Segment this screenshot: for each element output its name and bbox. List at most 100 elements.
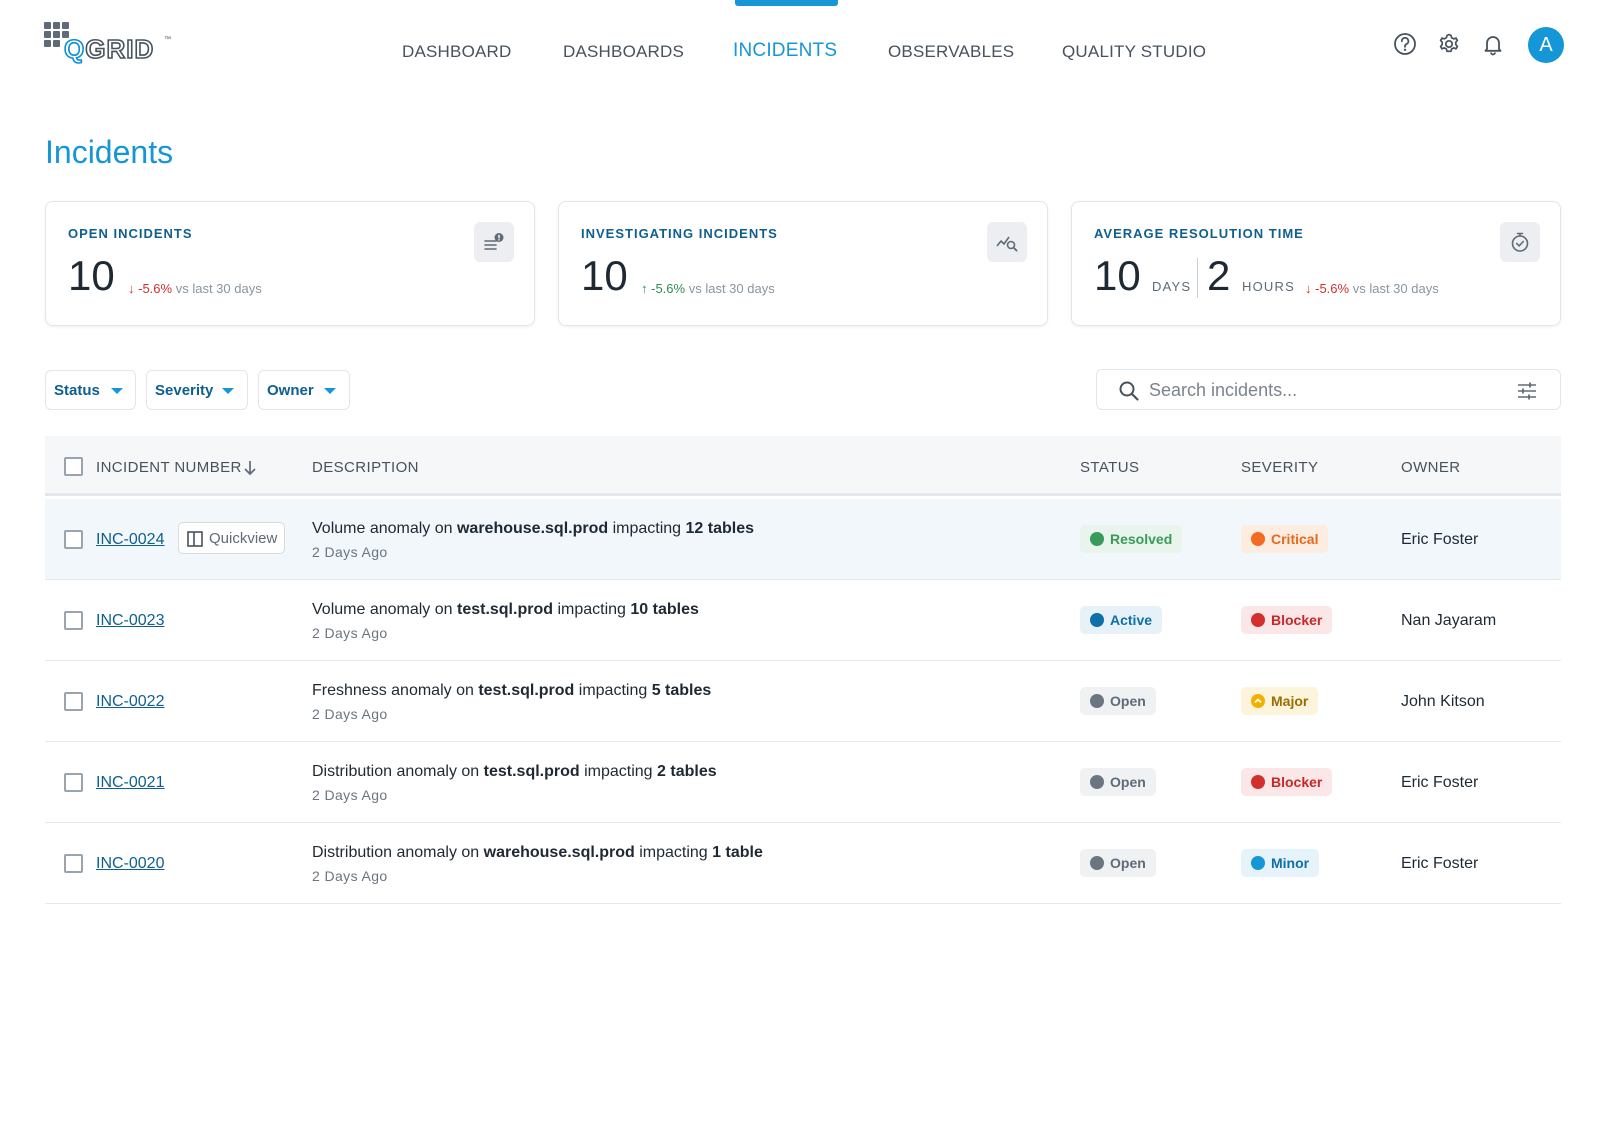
incident-age: 2 Days Ago xyxy=(312,544,388,560)
incident-link[interactable]: INC-0021 xyxy=(96,774,164,792)
caret-down-icon xyxy=(324,388,336,394)
row-checkbox[interactable] xyxy=(64,611,83,630)
desc-text: impacting xyxy=(608,520,686,537)
card-label: AVERAGE RESOLUTION TIME xyxy=(1094,226,1304,241)
nav-dashboards[interactable]: DASHBOARDS xyxy=(563,42,684,62)
desc-text: Volume anomaly on xyxy=(312,601,457,618)
status-label: Open xyxy=(1110,774,1146,790)
severity-dot xyxy=(1251,613,1265,627)
table-row[interactable]: INC-0023 Volume anomaly on test.sql.prod… xyxy=(45,580,1561,661)
desc-text: Distribution anomaly on xyxy=(312,844,484,861)
desc-text: impacting xyxy=(579,763,658,780)
status-dot xyxy=(1090,775,1104,789)
bell-icon[interactable] xyxy=(1479,30,1507,58)
incident-description: Volume anomaly on warehouse.sql.prod imp… xyxy=(312,520,754,538)
incident-age: 2 Days Ago xyxy=(312,868,388,884)
severity-label: Blocker xyxy=(1271,774,1323,790)
status-dot xyxy=(1090,613,1104,627)
nav-dashboard[interactable]: DASHBOARD xyxy=(402,42,512,62)
gear-icon[interactable] xyxy=(1435,30,1463,58)
row-checkbox[interactable] xyxy=(64,854,83,873)
severity-badge: Critical xyxy=(1241,525,1329,553)
caret-down-icon xyxy=(111,388,123,394)
incident-age: 2 Days Ago xyxy=(312,787,388,803)
table-header: INCIDENT NUMBER DESCRIPTION STATUS SEVER… xyxy=(45,436,1561,496)
row-checkbox[interactable] xyxy=(64,773,83,792)
status-badge: Open xyxy=(1080,768,1156,796)
column-header-status[interactable]: STATUS xyxy=(1080,459,1139,476)
investigating-incidents-card: INVESTIGATING INCIDENTS 10 ↑ -5.6% vs la… xyxy=(558,201,1048,326)
status-dot xyxy=(1090,694,1104,708)
desc-text: Volume anomaly on xyxy=(312,520,457,537)
severity-label: Minor xyxy=(1271,855,1310,871)
sort-descending-icon[interactable] xyxy=(242,459,258,477)
desc-text: impacting xyxy=(634,844,713,861)
incident-owner: Eric Foster xyxy=(1401,855,1479,872)
desc-target: warehouse.sql.prod xyxy=(456,520,609,537)
card-value: 10 xyxy=(581,252,628,299)
card-trend: ↓ -5.6% vs last 30 days xyxy=(128,281,262,296)
severity-chevron-up-icon xyxy=(1251,694,1265,708)
qgrid-logo[interactable]: QGRID ™ xyxy=(44,22,174,66)
severity-badge: Minor xyxy=(1241,849,1320,877)
incident-description: Volume anomaly on test.sql.prod impactin… xyxy=(312,601,699,619)
incident-owner: Eric Foster xyxy=(1401,531,1479,548)
value-divider xyxy=(1197,258,1198,298)
table-row[interactable]: INC-0022 Freshness anomaly on test.sql.p… xyxy=(45,661,1561,742)
owner-filter-dropdown[interactable]: Owner xyxy=(258,370,350,410)
severity-filter-dropdown[interactable]: Severity xyxy=(146,370,248,410)
card-trend: ↑ -5.6% vs last 30 days xyxy=(641,281,775,296)
column-header-description: DESCRIPTION xyxy=(312,459,419,476)
select-all-checkbox[interactable] xyxy=(64,457,83,476)
table-row[interactable]: INC-0020 Distribution anomaly on warehou… xyxy=(45,823,1561,904)
incident-link[interactable]: INC-0023 xyxy=(96,612,164,630)
logo-text: QGRID xyxy=(63,33,155,65)
trend-down-arrow-icon: ↓ xyxy=(128,281,135,296)
severity-badge: Blocker xyxy=(1241,606,1333,634)
incident-description: Distribution anomaly on test.sql.prod im… xyxy=(312,763,717,781)
row-checkbox[interactable] xyxy=(64,530,83,549)
incident-link[interactable]: INC-0022 xyxy=(96,693,164,711)
desc-target: test.sql.prod xyxy=(478,682,575,699)
column-header-owner[interactable]: OWNER xyxy=(1401,459,1461,476)
severity-dot xyxy=(1251,775,1265,789)
column-header-incident-number[interactable]: INCIDENT NUMBER xyxy=(96,459,256,476)
status-badge: Open xyxy=(1080,849,1156,877)
desc-text: Freshness anomaly on xyxy=(312,682,479,699)
status-dot xyxy=(1090,532,1104,546)
quickview-label: Quickview xyxy=(209,530,278,547)
logo-text-rest: GRID xyxy=(84,33,155,65)
status-badge: Open xyxy=(1080,687,1156,715)
trend-suffix: vs last 30 days xyxy=(1352,281,1439,296)
table-row[interactable]: INC-0021 Distribution anomaly on test.sq… xyxy=(45,742,1561,823)
status-filter-dropdown[interactable]: Status xyxy=(45,370,136,410)
status-label: Active xyxy=(1110,612,1153,628)
nav-observables[interactable]: OBSERVABLES xyxy=(888,42,1014,62)
filter-settings-icon[interactable] xyxy=(1515,379,1539,403)
chart-search-icon xyxy=(987,222,1027,262)
search-input[interactable] xyxy=(1149,378,1489,402)
card-trend: ↓ -5.6% vs last 30 days xyxy=(1305,281,1439,296)
help-icon[interactable] xyxy=(1391,30,1419,58)
nav-quality-studio[interactable]: QUALITY STUDIO xyxy=(1062,42,1206,62)
incident-link[interactable]: INC-0020 xyxy=(96,855,164,873)
trend-suffix: vs last 30 days xyxy=(175,281,262,296)
desc-count: 5 tables xyxy=(651,682,712,699)
trend-suffix: vs last 30 days xyxy=(688,281,775,296)
status-label: Resolved xyxy=(1110,531,1173,547)
status-label: Open xyxy=(1110,855,1146,871)
resolution-hours-unit: HOURS xyxy=(1242,279,1295,294)
incident-owner: Eric Foster xyxy=(1401,774,1479,791)
desc-target: test.sql.prod xyxy=(456,601,553,618)
incident-link[interactable]: INC-0024 xyxy=(96,531,164,549)
desc-text: impacting xyxy=(574,682,652,699)
table-row[interactable]: INC-0024 Quickview Volume anomaly on war… xyxy=(45,499,1561,580)
row-checkbox[interactable] xyxy=(64,692,83,711)
quickview-button[interactable]: Quickview xyxy=(178,522,285,554)
nav-incidents[interactable]: INCIDENTS xyxy=(733,40,837,62)
average-resolution-time-card: AVERAGE RESOLUTION TIME 10 DAYS 2 HOURS … xyxy=(1071,201,1561,326)
column-header-severity[interactable]: SEVERITY xyxy=(1241,459,1318,476)
user-avatar[interactable]: A xyxy=(1528,27,1564,63)
card-label: OPEN INCIDENTS xyxy=(68,226,193,241)
trend-up-arrow-icon: ↑ xyxy=(641,281,648,296)
